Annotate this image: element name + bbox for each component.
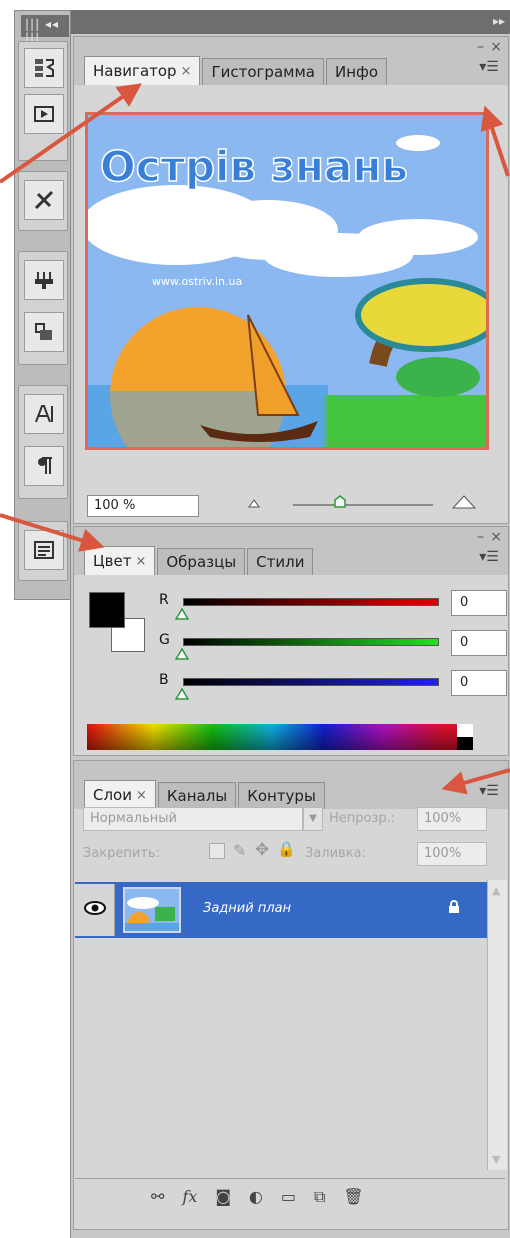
panel-dock: ▸▸ – × Навигатор × Гистограмма Инфо ▾☰ О… — [70, 10, 510, 1238]
panel-menu-icon[interactable]: ▾☰ — [476, 549, 502, 569]
lock-all-icon[interactable]: 🔒 — [277, 840, 296, 858]
tab-channels[interactable]: Каналы — [157, 782, 237, 809]
color-tabs: Цвет × Образцы Стили — [84, 546, 315, 575]
fill-label: Заливка: — [305, 846, 366, 861]
opacity-label: Непрозр.: — [329, 811, 396, 826]
tab-close-icon[interactable]: × — [136, 788, 147, 803]
blue-channel-label: B — [159, 672, 169, 688]
tab-navigator[interactable]: Навигатор × — [84, 56, 201, 85]
zoom-field[interactable]: 100 % — [87, 495, 199, 517]
preview-illustration: Острів знань www.ostriv.in.ua — [88, 115, 486, 447]
navigator-preview[interactable]: Острів знань www.ostriv.in.ua — [85, 112, 489, 450]
layer-thumbnail — [123, 887, 181, 934]
expand-arrows-icon[interactable]: ▸▸ — [493, 14, 505, 28]
tab-color[interactable]: Цвет × — [84, 546, 156, 575]
opacity-field[interactable]: 100% — [417, 807, 487, 831]
tab-histogram[interactable]: Гистограмма — [202, 58, 324, 85]
paragraph-icon[interactable] — [24, 446, 64, 486]
tab-label: Слои — [93, 786, 132, 804]
scroll-up-icon[interactable]: ▲ — [492, 884, 500, 897]
dock-title-bar[interactable]: ▸▸ — [71, 10, 510, 34]
panel-menu-icon[interactable]: ▾☰ — [476, 783, 502, 803]
layers-bottom-toolbar: ⚯ fx ◙ ◐ ▭ ⧉ 🗑 — [75, 1178, 505, 1214]
tab-styles[interactable]: Стили — [247, 548, 314, 575]
close-icon[interactable]: × — [490, 529, 502, 545]
blend-mode-select[interactable]: Нормальный — [83, 807, 303, 831]
character-icon[interactable] — [24, 394, 64, 434]
fill-field[interactable]: 100% — [417, 842, 487, 866]
tab-label: Гистограмма — [211, 63, 315, 81]
tab-label: Инфо — [334, 63, 378, 81]
tab-label: Контуры — [247, 787, 316, 805]
close-icon[interactable]: × — [490, 39, 502, 55]
layer-comps-icon[interactable] — [24, 530, 64, 570]
foreground-color-swatch[interactable] — [89, 592, 125, 628]
blue-slider-thumb[interactable] — [174, 687, 190, 700]
tab-label: Образцы — [166, 553, 237, 571]
tool-group-5 — [18, 521, 68, 581]
zoom-in-icon[interactable] — [451, 494, 477, 510]
green-value-field[interactable]: 0 — [451, 630, 507, 656]
minimize-icon[interactable]: – — [477, 529, 484, 545]
blue-value-field[interactable]: 0 — [451, 670, 507, 696]
tool-presets-icon[interactable] — [24, 180, 64, 220]
lock-icon — [447, 900, 461, 914]
preview-url: www.ostriv.in.ua — [152, 275, 242, 288]
history-icon[interactable] — [24, 48, 64, 88]
tool-group-1 — [18, 41, 68, 161]
layers-tabs: Слои × Каналы Контуры — [84, 780, 327, 809]
actions-play-icon[interactable] — [24, 94, 64, 134]
tab-layers[interactable]: Слои × — [84, 780, 156, 809]
tab-label: Цвет — [93, 552, 132, 570]
tab-label: Стили — [256, 553, 305, 571]
new-group-icon[interactable]: ▭ — [281, 1187, 296, 1206]
tab-paths[interactable]: Контуры — [238, 782, 325, 809]
collapsed-panel-dock: ||| ◂◂ ||| — [14, 10, 72, 600]
red-channel-label: R — [159, 592, 169, 608]
visibility-eye-icon[interactable] — [75, 884, 115, 936]
tool-group-3 — [18, 251, 68, 365]
green-slider[interactable] — [183, 638, 439, 646]
scroll-down-icon[interactable]: ▼ — [492, 1153, 500, 1166]
lock-move-icon[interactable]: ✥ — [255, 840, 269, 860]
black-white-ramp[interactable] — [457, 724, 473, 750]
layer-name[interactable]: Задний план — [203, 901, 291, 916]
navigator-tabs: Навигатор × Гистограмма Инфо — [84, 56, 389, 85]
preview-title: Острів знань — [100, 142, 408, 191]
lock-label: Закрепить: — [83, 846, 160, 861]
tool-group-4 — [18, 385, 68, 499]
lock-transparent-icon[interactable] — [209, 843, 225, 859]
brushes-icon[interactable] — [24, 260, 64, 300]
zoom-slider-track[interactable] — [293, 504, 433, 506]
layers-scrollbar[interactable]: ▲ ▼ — [487, 880, 507, 1170]
lock-brush-icon[interactable]: ✎ — [233, 841, 246, 860]
tool-group-2 — [18, 171, 68, 231]
green-channel-label: G — [159, 632, 170, 648]
green-slider-thumb[interactable] — [174, 647, 190, 660]
red-slider-thumb[interactable] — [174, 607, 190, 620]
new-layer-icon[interactable]: ⧉ — [314, 1187, 325, 1207]
zoom-slider-thumb[interactable] — [333, 494, 347, 508]
red-slider[interactable] — [183, 598, 439, 606]
chevron-down-icon[interactable]: ▼ — [303, 807, 323, 831]
fx-icon[interactable]: fx — [182, 1187, 197, 1206]
tab-close-icon[interactable]: × — [135, 554, 146, 569]
blue-slider[interactable] — [183, 678, 439, 686]
color-spectrum-ramp[interactable] — [87, 724, 457, 750]
tab-close-icon[interactable]: × — [181, 64, 192, 79]
add-mask-icon[interactable]: ◙ — [215, 1187, 231, 1206]
link-layers-icon[interactable]: ⚯ — [151, 1187, 164, 1206]
tab-info[interactable]: Инфо — [325, 58, 387, 85]
panel-menu-icon[interactable]: ▾☰ — [476, 59, 502, 79]
tab-label: Навигатор — [93, 62, 177, 80]
clone-source-icon[interactable] — [24, 312, 64, 352]
tab-label: Каналы — [166, 787, 228, 805]
trash-icon[interactable]: 🗑 — [343, 1187, 363, 1206]
red-value-field[interactable]: 0 — [451, 590, 507, 616]
zoom-out-icon[interactable] — [247, 497, 261, 509]
tab-swatches[interactable]: Образцы — [157, 548, 246, 575]
minimize-icon[interactable]: – — [477, 39, 484, 55]
adjustment-layer-icon[interactable]: ◐ — [249, 1187, 263, 1206]
